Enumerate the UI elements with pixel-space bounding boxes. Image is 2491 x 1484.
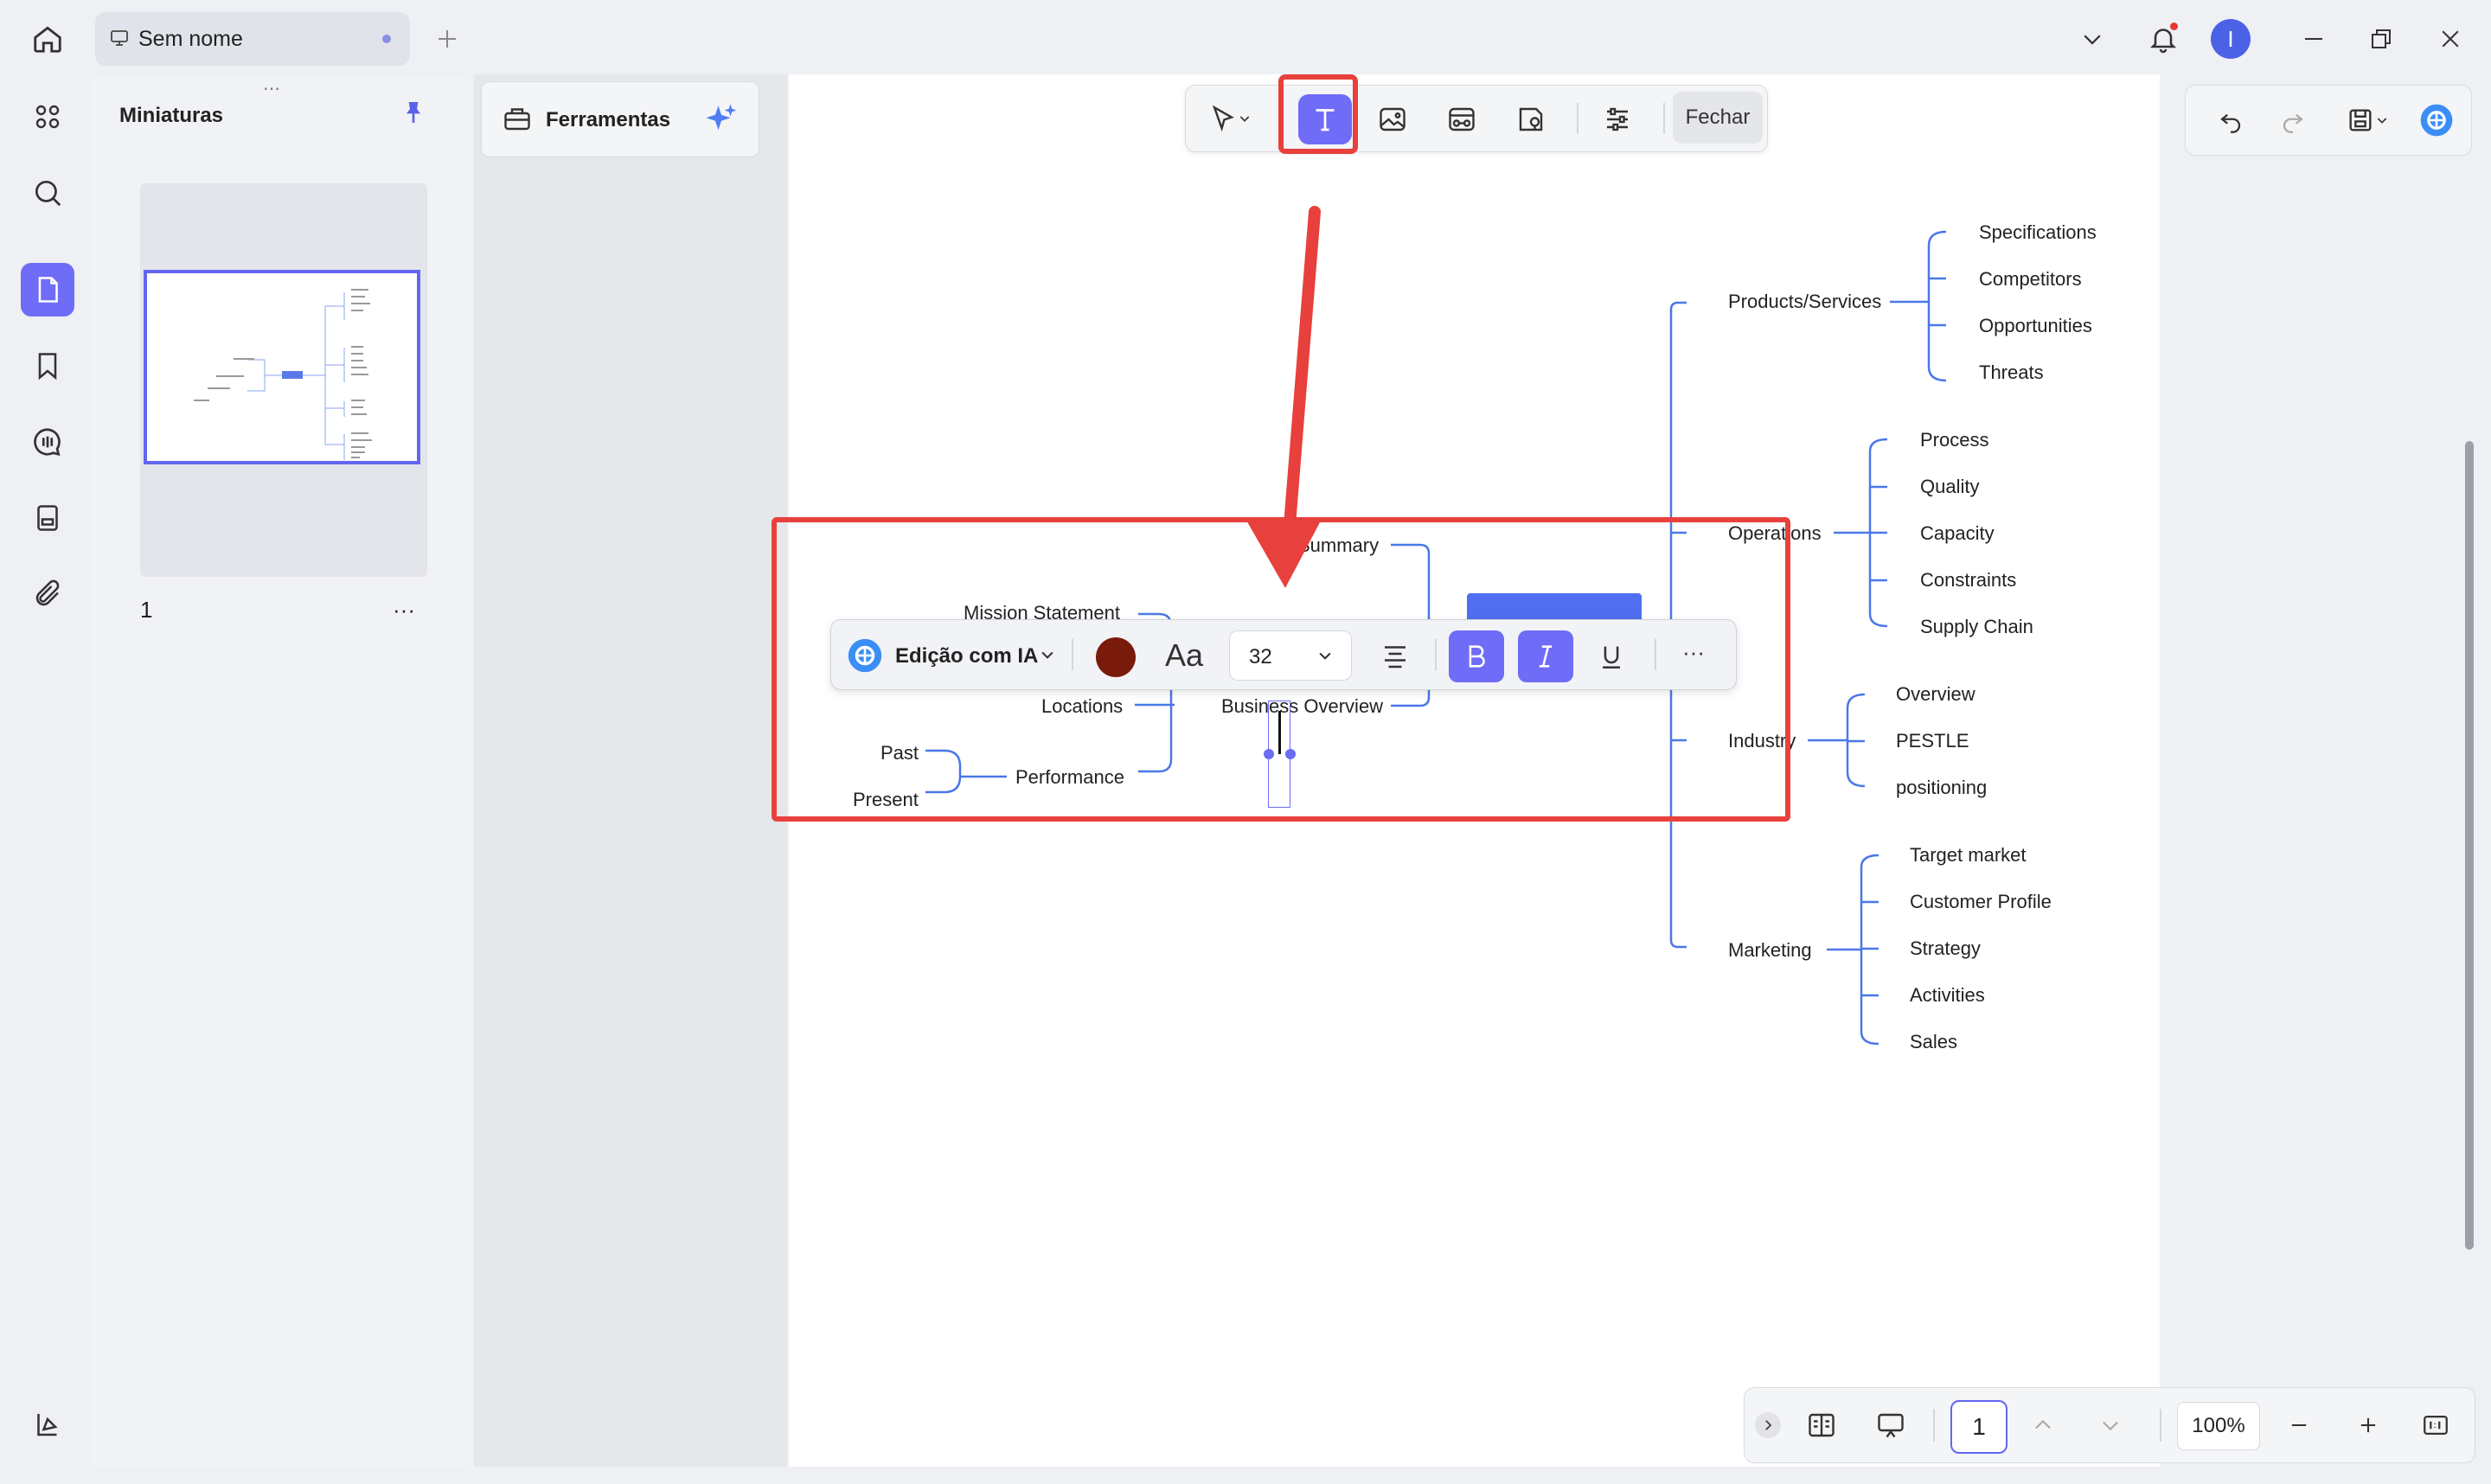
zoom-level[interactable]: 100% — [2177, 1402, 2260, 1450]
next-page-icon[interactable] — [2087, 1402, 2134, 1449]
reading-mode-icon[interactable] — [1798, 1402, 1845, 1449]
zoom-in-icon[interactable] — [2345, 1402, 2392, 1449]
actual-size-icon[interactable] — [2412, 1402, 2459, 1449]
zoom-out-icon[interactable] — [2276, 1402, 2322, 1449]
toolbar-separator — [2160, 1409, 2161, 1442]
page-number-input[interactable]: 1 — [1950, 1400, 2008, 1454]
status-bar: 1 100% — [1744, 1387, 2475, 1463]
toolbar-separator — [1933, 1409, 1935, 1442]
previous-page-icon[interactable] — [2020, 1402, 2066, 1449]
present-icon[interactable] — [1867, 1402, 1914, 1449]
expand-icon[interactable] — [1755, 1412, 1781, 1438]
annotation-arrow — [1246, 206, 1321, 588]
